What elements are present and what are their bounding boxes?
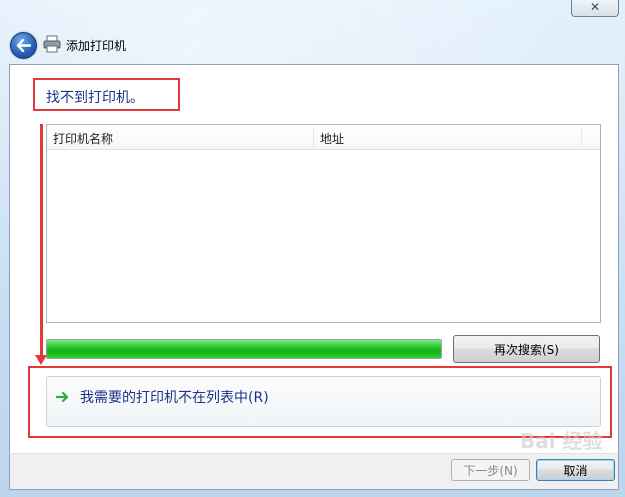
heading-annotation-box <box>33 78 180 111</box>
annotation-arrow-line <box>40 124 43 358</box>
list-header: 打印机名称 地址 <box>47 125 600 150</box>
column-address[interactable]: 地址 <box>320 130 344 147</box>
back-button[interactable] <box>10 32 37 59</box>
search-again-button[interactable]: 再次搜索(S) <box>453 335 600 363</box>
column-divider <box>581 127 582 147</box>
back-arrow-icon <box>16 39 31 52</box>
search-progress-bar <box>46 339 442 359</box>
next-button[interactable]: 下一步(N) <box>451 459 530 481</box>
printer-list[interactable]: 打印机名称 地址 <box>46 124 601 323</box>
command-link-annotation-box <box>28 366 612 438</box>
window-title: 添加打印机 <box>66 39 127 53</box>
column-printer-name[interactable]: 打印机名称 <box>53 130 113 147</box>
cancel-button[interactable]: 取消 <box>536 459 615 481</box>
printer-icon <box>43 35 61 53</box>
close-icon: ✕ <box>589 0 601 14</box>
annotation-arrow-head <box>35 355 47 365</box>
progress-fill <box>47 340 441 358</box>
window-close-button[interactable]: ✕ <box>571 0 619 17</box>
column-divider <box>313 127 314 147</box>
